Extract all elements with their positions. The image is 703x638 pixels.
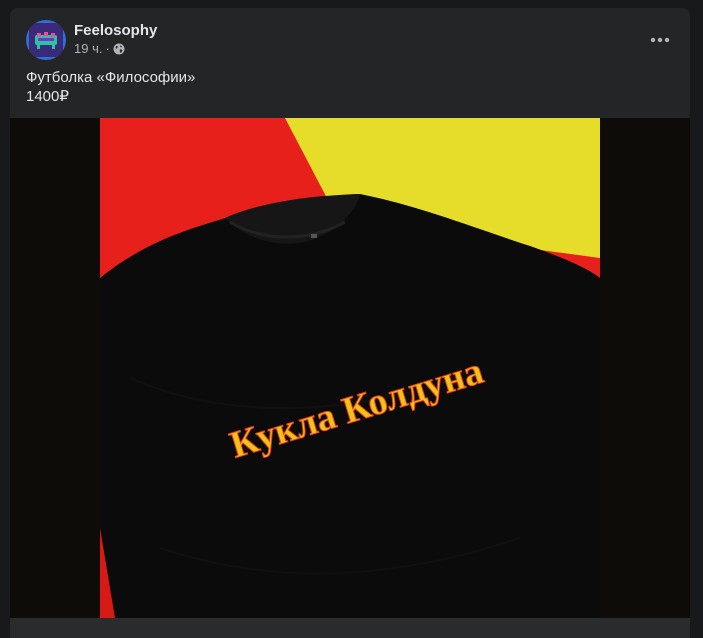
more-horizontal-icon: [650, 37, 670, 43]
meta-separator: ·: [105, 41, 110, 56]
tshirt-photo: Кукла Колдуна: [100, 118, 600, 618]
post-header: Feelosophy 19 ч. ·: [26, 20, 674, 60]
post-media: Кукла Колдуна: [10, 118, 690, 618]
post-text-line-price: 1400₽: [26, 88, 69, 105]
more-options-button[interactable]: [642, 22, 678, 58]
globe-icon[interactable]: [113, 43, 125, 55]
page-name-link[interactable]: Feelosophy: [74, 21, 157, 41]
avatar-image: [29, 23, 63, 57]
post-meta: 19 ч. ·: [74, 41, 125, 57]
avatar[interactable]: [26, 20, 66, 60]
post-card: Feelosophy 19 ч. · Футболка «Философии» …: [10, 8, 690, 638]
post-text: Футболка «Философии» 1400₽: [26, 68, 195, 106]
post-timestamp[interactable]: 19 ч.: [74, 41, 102, 57]
post-photo[interactable]: Кукла Колдуна: [100, 118, 600, 618]
post-text-line-title: Футболка «Философии»: [26, 69, 196, 86]
post-footer: [10, 618, 690, 638]
avatar-logo-icon: [29, 23, 63, 57]
